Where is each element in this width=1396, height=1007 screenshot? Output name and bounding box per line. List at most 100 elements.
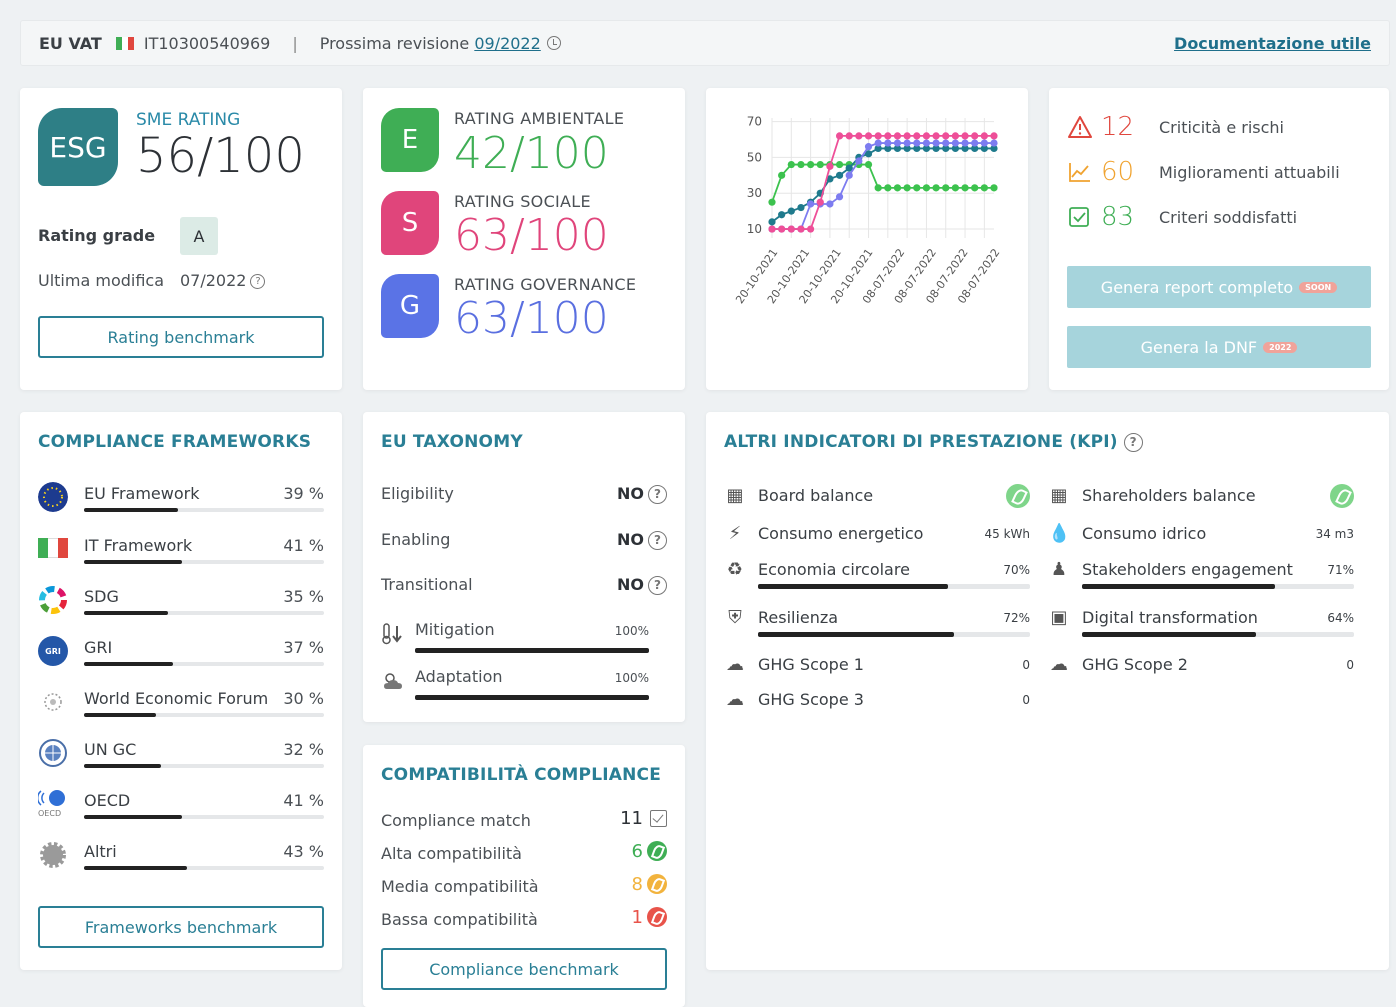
social-badge: S (381, 191, 439, 255)
series-point (903, 139, 911, 147)
framework-row-it[interactable]: IT Framework 41 % (38, 532, 324, 578)
series-point (835, 193, 844, 201)
kpi-energy-consumption[interactable]: ⚡ Consumo energetico 45 kWh (724, 520, 1030, 560)
gri-logo-text: GRI (45, 646, 61, 656)
help-icon[interactable]: ? (1123, 432, 1143, 452)
framework-row-gri[interactable]: GRI GRI 37 % (38, 634, 324, 680)
enabling-label: Enabling (381, 530, 451, 549)
kpi-shareholders-balance[interactable]: ▦ Shareholders balance (1048, 482, 1354, 522)
water-drop-icon: 💧 (1048, 523, 1071, 544)
eligibility-label: Eligibility (381, 484, 454, 503)
transitional-value: NO? (617, 575, 667, 595)
kpi-name: Resilienza (758, 608, 839, 627)
framework-row-oecd[interactable]: OECD OECD 41 % (36, 787, 324, 833)
series-point (855, 157, 863, 165)
governance-rating-label: RATING GOVERNANCE (454, 275, 637, 294)
kpi-value: 72% (1003, 611, 1030, 625)
italy-flag-icon (115, 36, 134, 50)
kpi-value: 0 (1022, 693, 1030, 707)
improvements-label: Miglioramenti attuabili (1159, 162, 1340, 182)
generate-report-button[interactable]: Genera report completo SOON (1067, 266, 1371, 308)
framework-row-ungc[interactable]: UN GC 32 % (38, 736, 324, 782)
separator: | (292, 33, 298, 53)
help-icon[interactable]: ? (648, 485, 667, 504)
mitigation-pct: 100% (614, 624, 649, 638)
stat-row-risks: 12 Criticità e rischi (1067, 112, 1284, 142)
help-icon[interactable]: ? (648, 576, 667, 595)
kpi-stakeholders-engagement[interactable]: ♟ Stakeholders engagement 71% (1048, 556, 1354, 596)
rating-grade-badge: A (180, 217, 218, 255)
kpi-ghg-scope-2[interactable]: ☁ GHG Scope 2 0 (1048, 651, 1354, 691)
series-point (807, 225, 815, 233)
leaf-icon (1006, 484, 1030, 508)
documentation-link[interactable]: Documentazione utile (1174, 34, 1371, 53)
adaptation-label: Adaptation (415, 667, 503, 686)
kpi-resilience[interactable]: ⛨ Resilienza 72% (724, 604, 1030, 644)
framework-name: World Economic Forum (84, 689, 269, 708)
leaf-icon (647, 841, 667, 861)
framework-row-altri[interactable]: Altri 43 % (38, 838, 324, 884)
series-point (835, 160, 844, 169)
kpi-ghg-scope-1[interactable]: ☁ GHG Scope 1 0 (724, 651, 1030, 691)
kpi-board-balance[interactable]: ▦ Board balance (724, 482, 1030, 522)
series-point (768, 198, 776, 206)
framework-row-eu[interactable]: EU Framework 39 % (38, 480, 324, 526)
kpi-name: Digital transformation (1082, 608, 1258, 627)
cloud-icon: ☁ (1050, 654, 1068, 675)
kpi-digital-transformation[interactable]: ▣ Digital transformation 64% (1048, 604, 1354, 644)
series-point (951, 139, 959, 147)
series-point (874, 139, 882, 147)
review-date-link[interactable]: 09/2022 (474, 34, 540, 53)
oecd-mark-icon (36, 790, 65, 806)
last-modified-value: 07/2022 (180, 271, 247, 290)
org-chart-icon: ▦ (1050, 485, 1068, 506)
environmental-rating-value: 42/100 (454, 128, 609, 179)
framework-name: Altri (84, 842, 117, 861)
eligibility-value-text: NO (617, 484, 644, 503)
y-tick-label: 10 (747, 222, 762, 236)
compliance-benchmark-button[interactable]: Compliance benchmark (381, 948, 667, 990)
framework-progress-bar (84, 662, 324, 666)
series-point (971, 184, 979, 192)
people-icon: ♟ (1050, 559, 1068, 580)
help-icon[interactable]: ? (648, 531, 667, 550)
oecd-logo-text: OECD (38, 809, 62, 818)
kpi-circular-economy[interactable]: ♻ Economia circolare 70% (724, 556, 1030, 596)
framework-progress-bar (84, 815, 324, 819)
alarm-clock-icon (546, 36, 561, 50)
summary-stats-card: 12 Criticità e rischi 60 Miglioramenti a… (1049, 88, 1389, 390)
sme-rating-card: ESG SME RATING 56/100 Rating grade A Ult… (20, 88, 342, 390)
kpi-water-consumption[interactable]: 💧 Consumo idrico 34 m3 (1048, 520, 1354, 560)
framework-name: EU Framework (84, 484, 200, 503)
series-point (797, 203, 805, 212)
y-tick-label: 70 (747, 115, 762, 129)
series-point (787, 207, 795, 215)
environmental-rating-label: RATING AMBIENTALE (454, 109, 625, 128)
framework-row-sdg[interactable]: SDG 35 % (38, 583, 324, 629)
series-point (864, 160, 873, 169)
help-icon[interactable]: ? (250, 274, 266, 289)
gri-logo-icon: GRI (38, 636, 68, 666)
high-compat-value: 6 (631, 841, 643, 862)
kpi-value: 64% (1327, 611, 1354, 625)
frameworks-benchmark-button[interactable]: Frameworks benchmark (38, 906, 324, 948)
plug-icon: ⚡ (728, 523, 742, 544)
kpi-name: Consumo energetico (758, 524, 924, 543)
rating-history-chart-card: 10 30 50 70 20-10-2021 20-10-2021 20-10-2021 20… (706, 88, 1028, 390)
improvements-count: 60 (1101, 157, 1135, 187)
generate-dnf-button[interactable]: Genera la DNF 2022 (1067, 326, 1371, 368)
rating-grade-label: Rating grade (38, 226, 156, 245)
warning-icon (1068, 116, 1092, 138)
framework-name: UN GC (84, 740, 137, 759)
adaptation-pct: 100% (614, 671, 649, 685)
series-point (922, 132, 931, 140)
recycle-icon: ♻ (726, 559, 744, 580)
kpi-name: GHG Scope 1 (758, 655, 864, 674)
rating-benchmark-button[interactable]: Rating benchmark (38, 316, 324, 358)
framework-row-wef[interactable]: World Economic Forum 30 % (38, 685, 324, 731)
kpi-ghg-scope-3[interactable]: ☁ GHG Scope 3 0 (724, 686, 1030, 726)
thermometer-icon (382, 623, 402, 645)
compliance-match-label: Compliance match (381, 811, 531, 830)
series-point (951, 132, 959, 140)
medium-compat-label: Media compatibilità (381, 877, 539, 896)
